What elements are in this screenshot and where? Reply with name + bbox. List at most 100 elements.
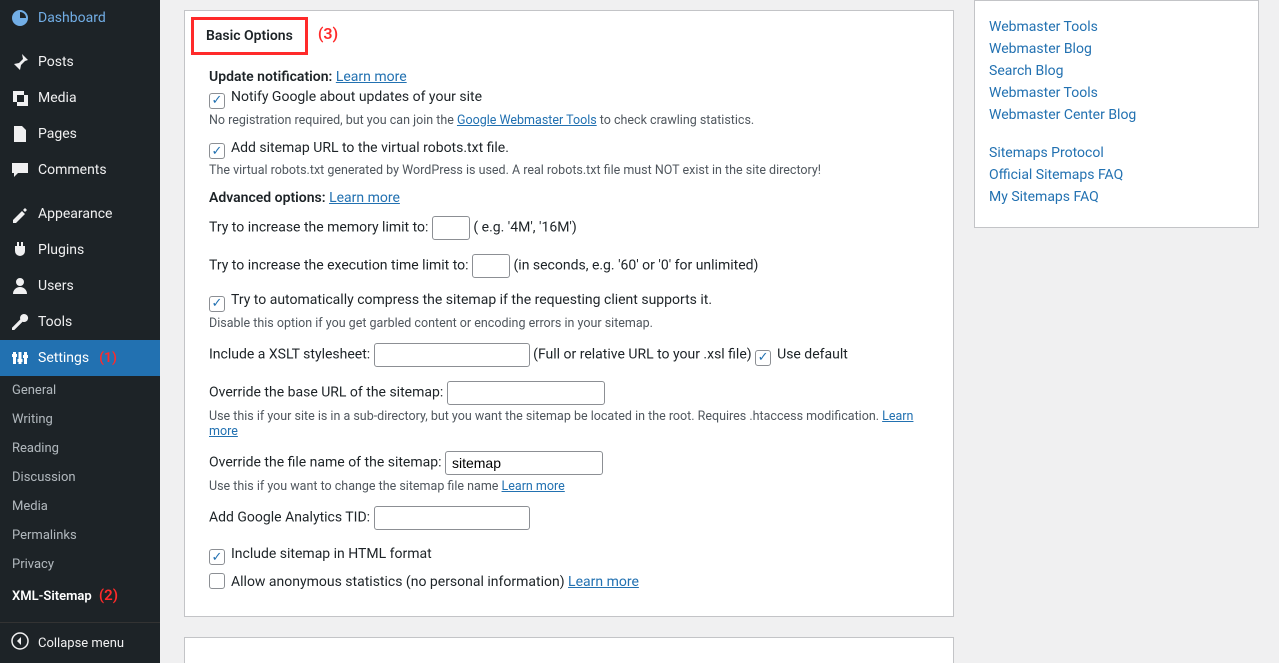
basic-options-header: Basic Options [191, 17, 308, 55]
collapse-icon [10, 631, 30, 655]
submenu-media[interactable]: Media [0, 492, 160, 521]
submenu-reading[interactable]: Reading [0, 434, 160, 463]
update-notification-label: Update notification: [209, 69, 332, 85]
exec-time-label: Try to increase the execution time limit… [209, 258, 469, 274]
admin-sidebar: Dashboard Posts Media Pages Comments App… [0, 0, 160, 663]
submenu-writing[interactable]: Writing [0, 405, 160, 434]
next-postbox [184, 637, 954, 663]
include-html-label: Include sitemap in HTML format [231, 546, 432, 562]
notify-google-label: Notify Google about updates of your site [231, 89, 482, 105]
memory-limit-hint: ( e.g. '4M', '16M') [473, 220, 576, 236]
advanced-learn-more-link[interactable]: Learn more [329, 190, 400, 206]
plugins-icon [10, 240, 30, 260]
notify-google-subtext-a: No registration required, but you can jo… [209, 113, 457, 128]
google-webmaster-tools-link[interactable]: Google Webmaster Tools [457, 113, 597, 128]
submenu-label: XML-Sitemap [12, 589, 92, 604]
menu-label: Pages [38, 126, 77, 142]
robots-subtext: The virtual robots.txt generated by Word… [209, 163, 929, 178]
basic-options-box: Basic Options (3) Update notification: L… [184, 10, 954, 617]
annotation-1: (1) [99, 350, 117, 366]
tools-icon [10, 312, 30, 332]
allow-anon-learn-more-link[interactable]: Learn more [568, 574, 639, 590]
submenu-privacy[interactable]: Privacy [0, 550, 160, 579]
menu-label: Settings [38, 350, 89, 366]
submenu-general[interactable]: General [0, 376, 160, 405]
menu-label: Users [38, 278, 74, 294]
robots-checkbox[interactable] [209, 143, 225, 159]
memory-limit-input[interactable] [432, 216, 470, 240]
resource-link-my-sitemaps-faq[interactable]: My Sitemaps FAQ [989, 189, 1244, 205]
robots-label: Add sitemap URL to the virtual robots.tx… [231, 140, 509, 156]
menu-comments[interactable]: Comments [0, 152, 160, 188]
users-icon [10, 276, 30, 296]
settings-submenu: General Writing Reading Discussion Media… [0, 376, 160, 611]
xslt-hint: (Full or relative URL to your .xsl file) [533, 346, 755, 362]
submenu-permalinks[interactable]: Permalinks [0, 521, 160, 550]
notify-google-subtext-b: to check crawling statistics. [597, 113, 755, 128]
resources-box: Webmaster Tools Webmaster Blog Search Bl… [974, 0, 1259, 228]
appearance-icon [10, 204, 30, 224]
analytics-label: Add Google Analytics TID: [209, 509, 370, 525]
include-html-checkbox[interactable] [209, 549, 225, 565]
media-icon [10, 88, 30, 108]
compress-subtext: Disable this option if you get garbled c… [209, 316, 929, 331]
settings-icon [10, 348, 30, 368]
resource-link-sitemaps-protocol[interactable]: Sitemaps Protocol [989, 145, 1244, 161]
override-base-subtext: Use this if your site is in a sub-direct… [209, 409, 882, 424]
dashboard-icon [10, 8, 30, 28]
use-default-checkbox[interactable] [755, 350, 771, 366]
menu-tools[interactable]: Tools [0, 304, 160, 340]
resource-link-webmaster-center-blog[interactable]: Webmaster Center Blog [989, 107, 1244, 123]
override-file-learn-more-link[interactable]: Learn more [502, 479, 565, 494]
advanced-options-label: Advanced options: [209, 190, 326, 206]
annotation-2: (2) [99, 586, 118, 604]
menu-label: Plugins [38, 242, 84, 258]
compress-checkbox[interactable] [209, 296, 225, 312]
pin-icon [10, 52, 30, 72]
resource-link-webmaster-tools-1[interactable]: Webmaster Tools [989, 19, 1244, 35]
override-base-input[interactable] [447, 381, 605, 405]
collapse-label: Collapse menu [38, 636, 124, 651]
menu-plugins[interactable]: Plugins [0, 232, 160, 268]
menu-label: Tools [38, 314, 72, 330]
notify-google-checkbox[interactable] [209, 93, 225, 109]
compress-label: Try to automatically compress the sitema… [231, 292, 712, 308]
allow-anon-label: Allow anonymous statistics (no personal … [231, 574, 568, 590]
menu-label: Dashboard [38, 10, 106, 26]
menu-media[interactable]: Media [0, 80, 160, 116]
main-content: Basic Options (3) Update notification: L… [160, 0, 1279, 663]
override-file-input[interactable] [445, 451, 603, 475]
resource-link-webmaster-tools-2[interactable]: Webmaster Tools [989, 85, 1244, 101]
use-default-label: Use default [777, 346, 848, 362]
menu-dashboard[interactable]: Dashboard [0, 0, 160, 36]
menu-users[interactable]: Users [0, 268, 160, 304]
collapse-menu[interactable]: Collapse menu [0, 622, 160, 663]
menu-posts[interactable]: Posts [0, 44, 160, 80]
menu-appearance[interactable]: Appearance [0, 196, 160, 232]
submenu-discussion[interactable]: Discussion [0, 463, 160, 492]
analytics-input[interactable] [374, 506, 530, 530]
override-base-label: Override the base URL of the sitemap: [209, 384, 443, 400]
box-title: Basic Options [206, 28, 293, 44]
xslt-input[interactable] [374, 343, 530, 367]
menu-label: Media [38, 90, 77, 106]
allow-anon-checkbox[interactable] [209, 573, 225, 589]
menu-label: Posts [38, 54, 74, 70]
memory-limit-label: Try to increase the memory limit to: [209, 220, 428, 236]
menu-label: Appearance [38, 206, 112, 222]
menu-pages[interactable]: Pages [0, 116, 160, 152]
update-learn-more-link[interactable]: Learn more [336, 69, 407, 85]
xslt-label: Include a XSLT stylesheet: [209, 346, 370, 362]
resource-link-official-sitemaps-faq[interactable]: Official Sitemaps FAQ [989, 167, 1244, 183]
submenu-xml-sitemap[interactable]: XML-Sitemap (2) [0, 579, 160, 611]
pages-icon [10, 124, 30, 144]
menu-settings[interactable]: Settings (1) [0, 340, 160, 376]
comments-icon [10, 160, 30, 180]
exec-time-hint: (in seconds, e.g. '60' or '0' for unlimi… [514, 258, 759, 274]
annotation-3: (3) [318, 24, 338, 43]
resource-link-search-blog[interactable]: Search Blog [989, 63, 1244, 79]
override-file-subtext: Use this if you want to change the sitem… [209, 479, 502, 494]
override-file-label: Override the file name of the sitemap: [209, 454, 442, 470]
resource-link-webmaster-blog[interactable]: Webmaster Blog [989, 41, 1244, 57]
exec-time-input[interactable] [472, 254, 510, 278]
